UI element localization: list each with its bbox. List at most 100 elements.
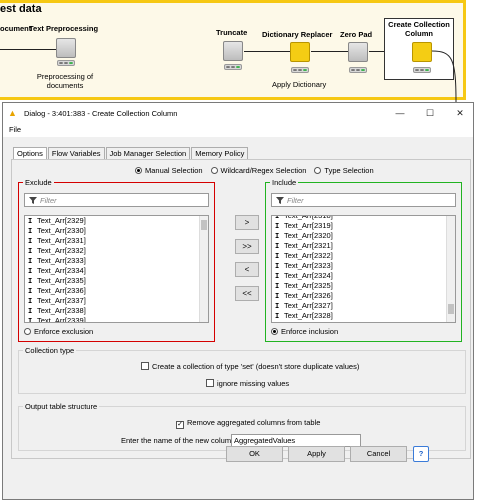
include-filter-input[interactable]: Filter xyxy=(271,193,456,207)
node-status xyxy=(57,60,75,66)
checkbox-ignore-missing[interactable]: ignore missing values xyxy=(206,379,289,388)
help-button[interactable]: ? xyxy=(413,446,429,462)
tab-job-manager-selection[interactable]: Job Manager Selection xyxy=(105,147,191,159)
node-label-create-collection: Create Collection Column xyxy=(388,20,450,38)
column-name: Text_Arr[2339] xyxy=(37,316,86,323)
apply-button[interactable]: Apply xyxy=(288,446,345,462)
node-zero-pad[interactable] xyxy=(348,42,368,62)
exclude-panel: Exclude Filter I Text_Arr[2329] I Text_Arr[… xyxy=(18,178,215,342)
checkmark-icon: ✓ xyxy=(176,421,184,429)
new-column-label: Enter the name of the new column: xyxy=(121,436,238,445)
radio-manual-selection[interactable]: Manual Selection xyxy=(135,166,203,175)
list-item[interactable]: I Text_Arr[2326] xyxy=(272,291,455,301)
exclude-filter-input[interactable]: Filter xyxy=(24,193,209,207)
list-item[interactable]: I Text_Arr[2333] xyxy=(25,256,208,266)
radio-wildcard-selection[interactable]: Wildcard/Regex Selection xyxy=(210,166,306,175)
column-name: Text_Arr[2325] xyxy=(284,281,333,290)
output-title: Output table structure xyxy=(23,402,100,411)
tab-flow-variables[interactable]: Flow Variables xyxy=(47,147,105,159)
list-item[interactable]: I Text_Arr[2331] xyxy=(25,236,208,246)
string-type-icon: I xyxy=(275,313,280,321)
column-name: Text_Arr[2332] xyxy=(37,246,86,255)
filter-icon xyxy=(29,197,37,204)
scroll-thumb[interactable] xyxy=(201,220,207,230)
add-button[interactable]: > xyxy=(235,215,259,230)
maximize-icon[interactable]: ☐ xyxy=(415,103,445,123)
connection-curve xyxy=(432,50,457,102)
column-name: Text_Arr[2326] xyxy=(284,291,333,300)
minimize-icon[interactable]: — xyxy=(385,103,415,123)
connection xyxy=(244,51,290,52)
list-item[interactable]: I Text_Arr[2327] xyxy=(272,301,455,311)
node-status xyxy=(291,67,309,73)
list-item[interactable]: I Text_Arr[2336] xyxy=(25,286,208,296)
metanode-text-preprocessing[interactable] xyxy=(56,38,76,58)
column-name: Text_Arr[2327] xyxy=(284,301,333,310)
column-name: Text_Arr[2334] xyxy=(37,266,86,275)
exclude-list[interactable]: I Text_Arr[2329] I Text_Arr[2330] I Text_Arr[… xyxy=(24,215,209,323)
remove-button[interactable]: < xyxy=(235,262,259,277)
list-item[interactable]: I Text_Arr[2320] xyxy=(272,231,455,241)
collection-type-group: Collection type Create a collection of t… xyxy=(18,346,466,394)
close-icon[interactable]: ✕ xyxy=(445,103,475,123)
checkbox-create-set[interactable]: Create a collection of type 'set' (doesn… xyxy=(141,362,359,371)
tab-options[interactable]: Options xyxy=(13,147,47,159)
radio-dot-icon xyxy=(24,328,31,335)
output-table-structure-group: Output table structure ✓ Remove aggregate… xyxy=(18,402,466,451)
dialog-title: Dialog - 3:401:383 - Create Collection C… xyxy=(24,108,178,118)
title-bar[interactable]: ▲ Dialog - 3:401:383 - Create Collection… xyxy=(3,103,473,123)
exclude-title: Exclude xyxy=(23,178,54,187)
list-item[interactable]: I Text_Arr[2332] xyxy=(25,246,208,256)
list-item[interactable]: I Text_Arr[2324] xyxy=(272,271,455,281)
help-icon: ? xyxy=(418,449,424,458)
cancel-button[interactable]: Cancel xyxy=(350,446,407,462)
column-name: Text_Arr[2329] xyxy=(37,216,86,225)
list-item[interactable]: I Text_Arr[2319] xyxy=(272,221,455,231)
list-item[interactable]: I Text_Arr[2334] xyxy=(25,266,208,276)
column-name: Text_Arr[2330] xyxy=(37,226,86,235)
checkbox-icon xyxy=(141,362,149,370)
list-item[interactable]: I Text_Arr[2323] xyxy=(272,261,455,271)
tab-memory-policy[interactable]: Memory Policy xyxy=(191,147,249,159)
column-name: Text_Arr[2333] xyxy=(37,256,86,265)
list-item[interactable]: I Text_Arr[2337] xyxy=(25,296,208,306)
workflow-canvas: est data ocument Text Preprocessing Prep… xyxy=(0,0,482,102)
list-item[interactable]: I Text_Arr[2321] xyxy=(272,241,455,251)
list-item[interactable]: I Text_Arr[2322] xyxy=(272,251,455,261)
ok-button[interactable]: OK xyxy=(226,446,283,462)
node-truncate[interactable] xyxy=(223,41,243,61)
column-name: Text_Arr[2319] xyxy=(284,221,333,230)
column-name: Text_Arr[2318] xyxy=(284,215,333,220)
column-name: Text_Arr[2337] xyxy=(37,296,86,305)
collection-type-title: Collection type xyxy=(23,346,77,355)
list-item[interactable]: I Text_Arr[2325] xyxy=(272,281,455,291)
radio-type-selection[interactable]: Type Selection xyxy=(314,166,374,175)
options-panel: Manual Selection Wildcard/Regex Selectio… xyxy=(11,159,471,459)
checkbox-remove-aggregated[interactable]: ✓ Remove aggregated columns from table xyxy=(176,418,320,429)
node-label-dictionary-replacer: Dictionary Replacer xyxy=(262,30,333,39)
connection xyxy=(311,51,348,52)
exclude-scrollbar[interactable] xyxy=(199,216,208,322)
checkbox-icon xyxy=(206,379,214,387)
string-type-icon: I xyxy=(28,318,33,323)
scroll-thumb[interactable] xyxy=(448,304,454,314)
node-create-collection-column[interactable] xyxy=(412,42,432,62)
radio-enforce-inclusion[interactable]: Enforce inclusion xyxy=(271,327,338,336)
add-all-button[interactable]: >> xyxy=(235,239,259,254)
remove-all-button[interactable]: << xyxy=(235,286,259,301)
include-scrollbar[interactable] xyxy=(446,216,455,322)
list-item[interactable]: I Text_Arr[2330] xyxy=(25,226,208,236)
list-item[interactable]: I Text_Arr[2328] xyxy=(272,311,455,321)
node-dictionary-replacer[interactable] xyxy=(290,42,310,62)
list-item[interactable]: I Text_Arr[2339] xyxy=(25,316,208,323)
list-item[interactable]: I Text_Arr[2335] xyxy=(25,276,208,286)
include-list[interactable]: I Text_Arr[2318] I Text_Arr[2319] I Text_Arr[… xyxy=(271,215,456,323)
menu-file[interactable]: File xyxy=(9,125,21,134)
column-name: Text_Arr[2320] xyxy=(284,231,333,240)
dialog-window: ▲ Dialog - 3:401:383 - Create Collection… xyxy=(2,102,474,500)
column-name: Text_Arr[2338] xyxy=(37,306,86,315)
list-item[interactable]: I Text_Arr[2338] xyxy=(25,306,208,316)
selection-mode-radios: Manual Selection Wildcard/Regex Selectio… xyxy=(135,166,374,175)
list-item[interactable]: I Text_Arr[2329] xyxy=(25,216,208,226)
radio-enforce-exclusion[interactable]: Enforce exclusion xyxy=(24,327,93,336)
